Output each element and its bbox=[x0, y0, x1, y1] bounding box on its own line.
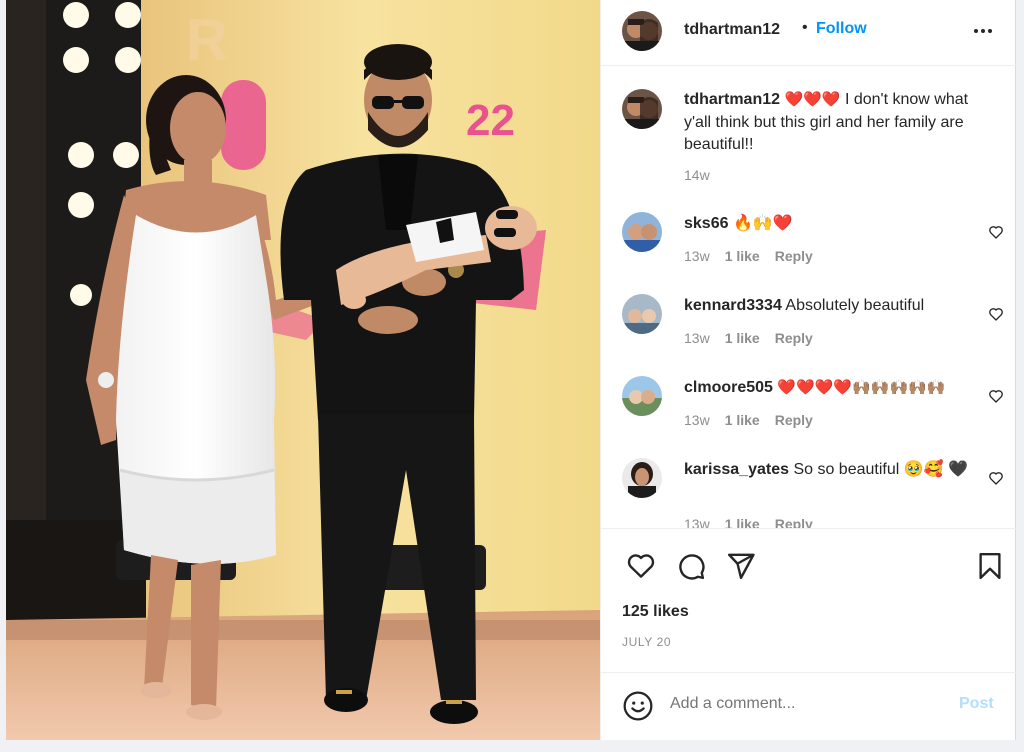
comment-text: kennard3334 Absolutely beautiful bbox=[684, 295, 974, 318]
comment-likes[interactable]: 1 like bbox=[725, 330, 760, 346]
comment-text: sks66 🔥🙌❤️ bbox=[684, 213, 974, 236]
comment-username[interactable]: karissa_yates bbox=[684, 461, 789, 478]
post-date[interactable]: JULY 20 bbox=[622, 635, 671, 649]
author-username[interactable]: tdhartman12 bbox=[684, 21, 780, 39]
more-dot bbox=[981, 29, 985, 33]
comment-like-icon[interactable] bbox=[988, 388, 1004, 404]
comment-button[interactable] bbox=[676, 551, 706, 581]
comment-meta: 13w 1 like Reply bbox=[684, 412, 813, 428]
caption-text: tdhartman12 ❤️❤️❤️ I don't know what y'a… bbox=[684, 89, 974, 157]
share-button[interactable] bbox=[726, 551, 756, 581]
comment-time: 13w bbox=[684, 330, 710, 346]
comment-meta: 13w 1 like Reply bbox=[684, 248, 813, 264]
comment-like-icon[interactable] bbox=[988, 306, 1004, 322]
comment-body: So so beautiful 🥹🥰 🖤 bbox=[793, 461, 968, 478]
comment-reply-button[interactable]: Reply bbox=[775, 330, 813, 346]
likes-count[interactable]: 125 likes bbox=[622, 603, 689, 621]
post-header: tdhartman12 • Follow bbox=[601, 0, 1017, 66]
post-side-panel: tdhartman12 • Follow tdhartman12 ❤️❤️❤️ … bbox=[600, 0, 1017, 740]
caption-username[interactable]: tdhartman12 bbox=[684, 91, 780, 108]
comment-text: karissa_yates So so beautiful 🥹🥰 🖤 bbox=[684, 459, 974, 482]
small-heart-icon bbox=[989, 308, 1003, 321]
comment-like-icon[interactable] bbox=[988, 224, 1004, 240]
commenter-avatar[interactable] bbox=[622, 376, 662, 416]
svg-text:R: R bbox=[186, 8, 228, 73]
header-separator: • bbox=[802, 19, 808, 36]
small-heart-icon bbox=[989, 390, 1003, 403]
heart-icon bbox=[627, 554, 655, 578]
commenter-avatar[interactable] bbox=[622, 458, 662, 498]
save-button[interactable] bbox=[975, 551, 1005, 581]
comment-likes[interactable]: 1 like bbox=[725, 248, 760, 264]
comment-body: 🔥🙌❤️ bbox=[732, 215, 793, 232]
svg-text:22: 22 bbox=[466, 96, 515, 145]
smiley-icon bbox=[623, 691, 653, 721]
comment-likes[interactable]: 1 like bbox=[725, 412, 760, 428]
comment-input[interactable] bbox=[670, 695, 930, 713]
instagram-post: R 22 tdhartman12 • Follow tdhartman12 ❤️… bbox=[6, 0, 1017, 740]
comment-bubble-icon bbox=[679, 554, 705, 580]
caption-author-avatar[interactable] bbox=[622, 89, 662, 129]
comment-body: ❤️❤️❤️❤️🙌🏽🙌🏽🙌🏽🙌🏽🙌🏽 bbox=[777, 379, 946, 396]
comment-text: clmoore505 ❤️❤️❤️❤️🙌🏽🙌🏽🙌🏽🙌🏽🙌🏽 bbox=[684, 377, 974, 400]
comment-time: 13w bbox=[684, 248, 710, 264]
post-photo[interactable]: R 22 bbox=[6, 0, 600, 740]
comment-like-icon[interactable] bbox=[988, 470, 1004, 486]
paper-plane-icon bbox=[727, 553, 755, 580]
runway-photo-image: R 22 bbox=[6, 0, 600, 740]
emoji-button[interactable] bbox=[622, 690, 654, 722]
comment-username[interactable]: clmoore505 bbox=[684, 379, 773, 396]
commenter-avatar-image bbox=[622, 294, 662, 334]
bookmark-icon bbox=[979, 552, 1001, 580]
comments-list[interactable]: tdhartman12 ❤️❤️❤️ I don't know what y'a… bbox=[601, 66, 1017, 528]
more-dot bbox=[974, 29, 978, 33]
comment-username[interactable]: kennard3334 bbox=[684, 297, 782, 314]
comment-username[interactable]: sks66 bbox=[684, 215, 729, 232]
comment-reply-button[interactable]: Reply bbox=[775, 248, 813, 264]
more-dot bbox=[988, 29, 992, 33]
comment-body: Absolutely beautiful bbox=[785, 297, 925, 314]
caption-meta: 14w bbox=[684, 167, 710, 183]
caption-emojis: ❤️❤️❤️ bbox=[784, 91, 841, 108]
comment-meta: 13w 1 like Reply bbox=[684, 330, 813, 346]
more-options-icon[interactable] bbox=[972, 21, 994, 41]
commenter-avatar[interactable] bbox=[622, 212, 662, 252]
comment-likes[interactable]: 1 like bbox=[725, 516, 760, 528]
add-comment-bar: Post bbox=[601, 672, 1017, 740]
comment-reply-button[interactable]: Reply bbox=[775, 516, 813, 528]
caption-time: 14w bbox=[684, 167, 710, 183]
author-avatar-image bbox=[622, 11, 662, 51]
like-button[interactable] bbox=[626, 551, 656, 581]
comment-time: 13w bbox=[684, 516, 710, 528]
follow-button[interactable]: Follow bbox=[816, 20, 867, 38]
commenter-avatar-image bbox=[622, 212, 662, 252]
post-actions: 125 likes JULY 20 bbox=[601, 528, 1017, 672]
post-comment-button[interactable]: Post bbox=[959, 695, 994, 713]
commenter-avatar-image bbox=[622, 376, 662, 416]
caption-avatar-image bbox=[622, 89, 662, 129]
small-heart-icon bbox=[989, 472, 1003, 485]
author-avatar[interactable] bbox=[622, 11, 662, 51]
comment-time: 13w bbox=[684, 412, 710, 428]
comment-reply-button[interactable]: Reply bbox=[775, 412, 813, 428]
commenter-avatar-image bbox=[622, 458, 662, 498]
commenter-avatar[interactable] bbox=[622, 294, 662, 334]
small-heart-icon bbox=[989, 226, 1003, 239]
comment-meta: 13w 1 like Reply bbox=[684, 516, 813, 528]
